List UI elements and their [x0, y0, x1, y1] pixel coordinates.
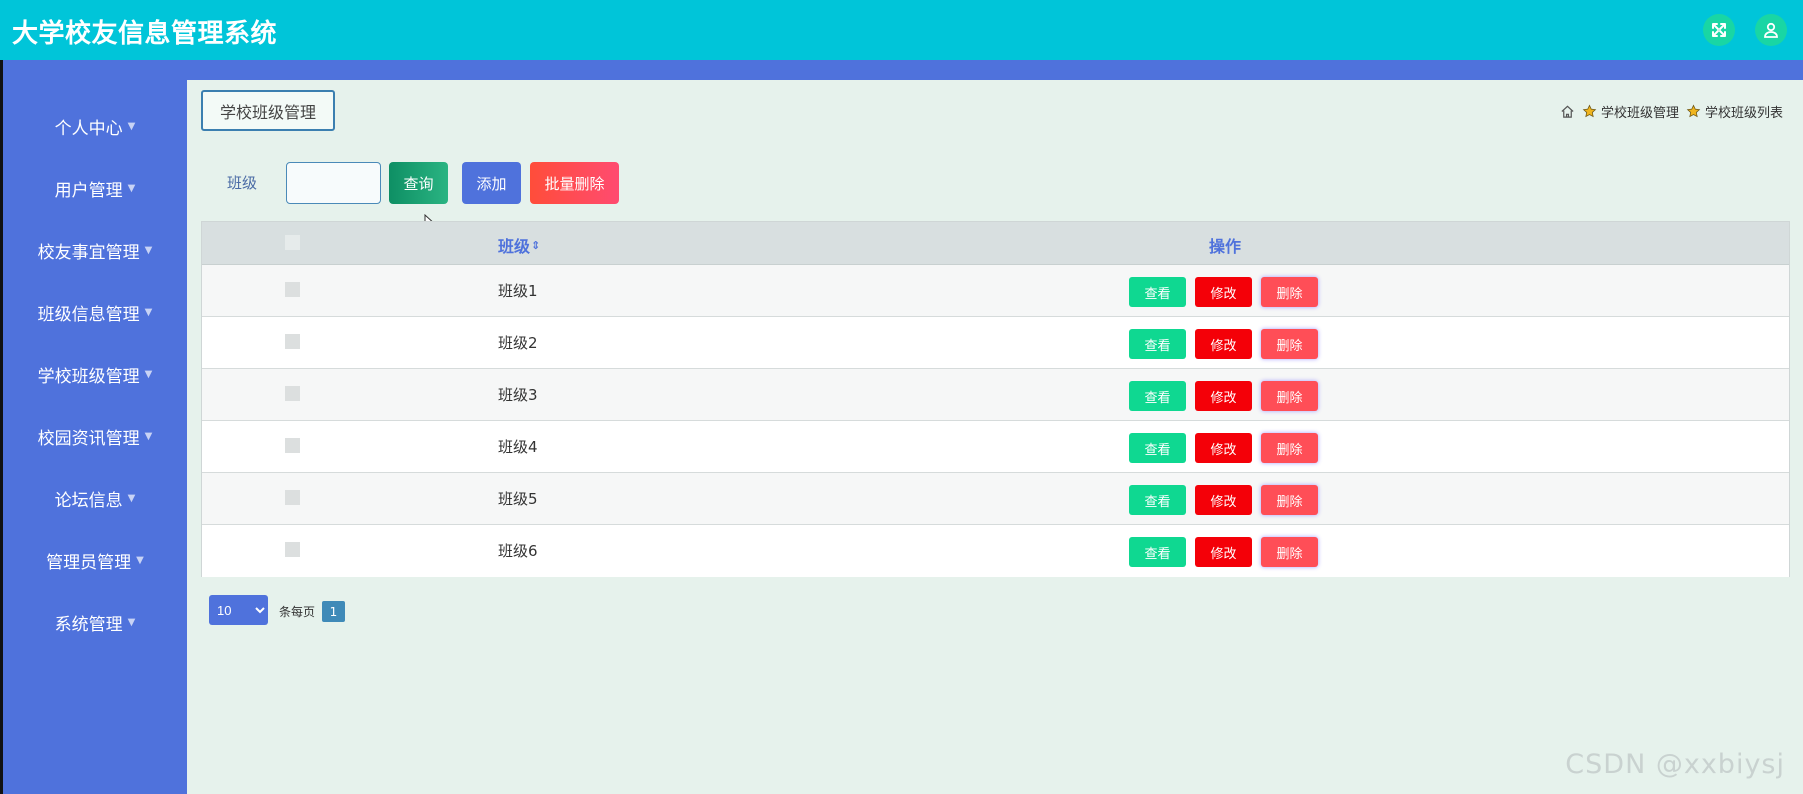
breadcrumb: 学校班级管理 学校班级列表 — [1560, 102, 1783, 121]
row-checkbox[interactable] — [285, 490, 300, 505]
per-page-label: 条每页 — [279, 605, 316, 619]
sidebar-item-school-class[interactable]: 学校班级管理 ▼ — [3, 354, 187, 394]
view-button[interactable]: 查看 — [1129, 433, 1186, 463]
delete-button[interactable]: 删除 — [1261, 433, 1318, 463]
main-content: 学校班级管理 学校班级管理 学校班级列表 班级 查询 添加 批量删除 班级 ⇕ 操… — [187, 80, 1803, 794]
table-row: 班级3 查看 修改 删除 — [202, 369, 1789, 421]
breadcrumb-item: 学校班级列表 — [1704, 105, 1783, 121]
edit-button[interactable]: 修改 — [1195, 381, 1252, 411]
class-table: 班级 ⇕ 操作 班级1 查看 修改 删除 班级2 查看 修改 删除 班级3 查看 … — [201, 221, 1790, 577]
view-button[interactable]: 查看 — [1129, 485, 1186, 515]
table-row: 班级1 查看 修改 删除 — [202, 265, 1789, 317]
watermark: CSDN @xxbiysj — [1565, 749, 1785, 780]
sidebar-item-label: 管理员管理 — [46, 552, 132, 573]
row-checkbox[interactable] — [285, 334, 300, 349]
page-title: 学校班级管理 — [201, 90, 335, 131]
star-icon — [1582, 104, 1597, 119]
delete-button[interactable]: 删除 — [1261, 485, 1318, 515]
edit-button[interactable]: 修改 — [1195, 329, 1252, 359]
sidebar-item-label: 学校班级管理 — [37, 366, 140, 387]
sidebar-item-label: 个人中心 — [54, 118, 123, 139]
caret-down-icon: ▼ — [144, 244, 153, 256]
class-name-cell: 班级1 — [498, 282, 538, 300]
row-checkbox[interactable] — [285, 438, 300, 453]
sidebar: 个人中心 ▼ 用户管理 ▼ 校友事宜管理 ▼ 班级信息管理 ▼ 学校班级管理 ▼ 校园资讯… — [3, 80, 187, 794]
page-number-button[interactable]: 1 — [322, 601, 345, 622]
view-button[interactable]: 查看 — [1129, 277, 1186, 307]
class-name-cell: 班级2 — [498, 334, 538, 352]
sidebar-item-label: 校友事宜管理 — [37, 242, 140, 263]
column-header-actions: 操作 — [1209, 237, 1242, 256]
delete-button[interactable]: 删除 — [1261, 329, 1318, 359]
class-name-cell: 班级5 — [498, 490, 538, 508]
select-all-checkbox[interactable] — [285, 235, 300, 250]
home-icon[interactable] — [1560, 104, 1575, 119]
star-icon — [1686, 104, 1701, 119]
table-row: 班级2 查看 修改 删除 — [202, 317, 1789, 369]
add-button[interactable]: 添加 — [462, 162, 521, 204]
view-button[interactable]: 查看 — [1129, 537, 1186, 567]
sidebar-item-forum[interactable]: 论坛信息 ▼ — [3, 478, 187, 518]
delete-button[interactable]: 删除 — [1261, 381, 1318, 411]
class-name-cell: 班级3 — [498, 386, 538, 404]
view-button[interactable]: 查看 — [1129, 329, 1186, 359]
user-icon[interactable] — [1755, 14, 1787, 46]
delete-button[interactable]: 删除 — [1261, 277, 1318, 307]
sidebar-item-personal-center[interactable]: 个人中心 ▼ — [3, 106, 187, 146]
class-name-cell: 班级6 — [498, 542, 538, 560]
column-header-label: 班级 — [498, 237, 531, 256]
breadcrumb-item[interactable]: 学校班级管理 — [1601, 102, 1679, 121]
row-checkbox[interactable] — [285, 282, 300, 297]
sidebar-item-users[interactable]: 用户管理 ▼ — [3, 168, 187, 208]
edit-button[interactable]: 修改 — [1195, 485, 1252, 515]
caret-down-icon: ▼ — [144, 368, 153, 380]
table-row: 班级6 查看 修改 删除 — [202, 525, 1789, 577]
sidebar-item-label: 论坛信息 — [54, 490, 123, 511]
edit-button[interactable]: 修改 — [1195, 537, 1252, 567]
sidebar-item-label: 校园资讯管理 — [37, 428, 140, 449]
view-button[interactable]: 查看 — [1129, 381, 1186, 411]
sidebar-item-class-info[interactable]: 班级信息管理 ▼ — [3, 292, 187, 332]
app-title: 大学校友信息管理系统 — [12, 19, 278, 49]
sidebar-item-system[interactable]: 系统管理 ▼ — [3, 602, 187, 642]
caret-down-icon: ▼ — [127, 120, 136, 132]
sort-icon[interactable]: ⇕ — [531, 239, 540, 252]
sidebar-item-label: 用户管理 — [54, 180, 123, 201]
class-search-input[interactable] — [286, 162, 381, 204]
caret-down-icon: ▼ — [136, 554, 144, 566]
row-checkbox[interactable] — [285, 542, 300, 557]
sidebar-item-alumni-affairs[interactable]: 校友事宜管理 ▼ — [3, 230, 187, 270]
table-header: 班级 ⇕ 操作 — [202, 222, 1789, 265]
edit-button[interactable]: 修改 — [1195, 433, 1252, 463]
sidebar-item-campus-news[interactable]: 校园资讯管理 ▼ — [3, 416, 187, 456]
caret-down-icon: ▼ — [127, 182, 136, 194]
column-header-class[interactable]: 班级 ⇕ — [498, 233, 540, 257]
caret-down-icon: ▼ — [127, 492, 136, 504]
table-row: 班级4 查看 修改 删除 — [202, 421, 1789, 473]
top-strip — [0, 60, 1803, 80]
fullscreen-icon[interactable] — [1703, 14, 1735, 46]
delete-button[interactable]: 删除 — [1261, 537, 1318, 567]
caret-down-icon: ▼ — [144, 430, 153, 442]
table-row: 班级5 查看 修改 删除 — [202, 473, 1789, 525]
row-checkbox[interactable] — [285, 386, 300, 401]
class-filter-label: 班级 — [227, 174, 258, 192]
caret-down-icon: ▼ — [127, 616, 136, 628]
sidebar-item-label: 系统管理 — [54, 614, 123, 635]
search-button[interactable]: 查询 — [389, 162, 448, 204]
edit-button[interactable]: 修改 — [1195, 277, 1252, 307]
class-name-cell: 班级4 — [498, 438, 538, 456]
sidebar-item-admins[interactable]: 管理员管理 ▼ — [3, 540, 187, 580]
sidebar-item-label: 班级信息管理 — [37, 304, 140, 325]
top-bar: 大学校友信息管理系统 — [0, 0, 1803, 60]
page-size-select[interactable]: 10 — [209, 595, 268, 625]
caret-down-icon: ▼ — [144, 306, 153, 318]
batch-delete-button[interactable]: 批量删除 — [530, 162, 619, 204]
